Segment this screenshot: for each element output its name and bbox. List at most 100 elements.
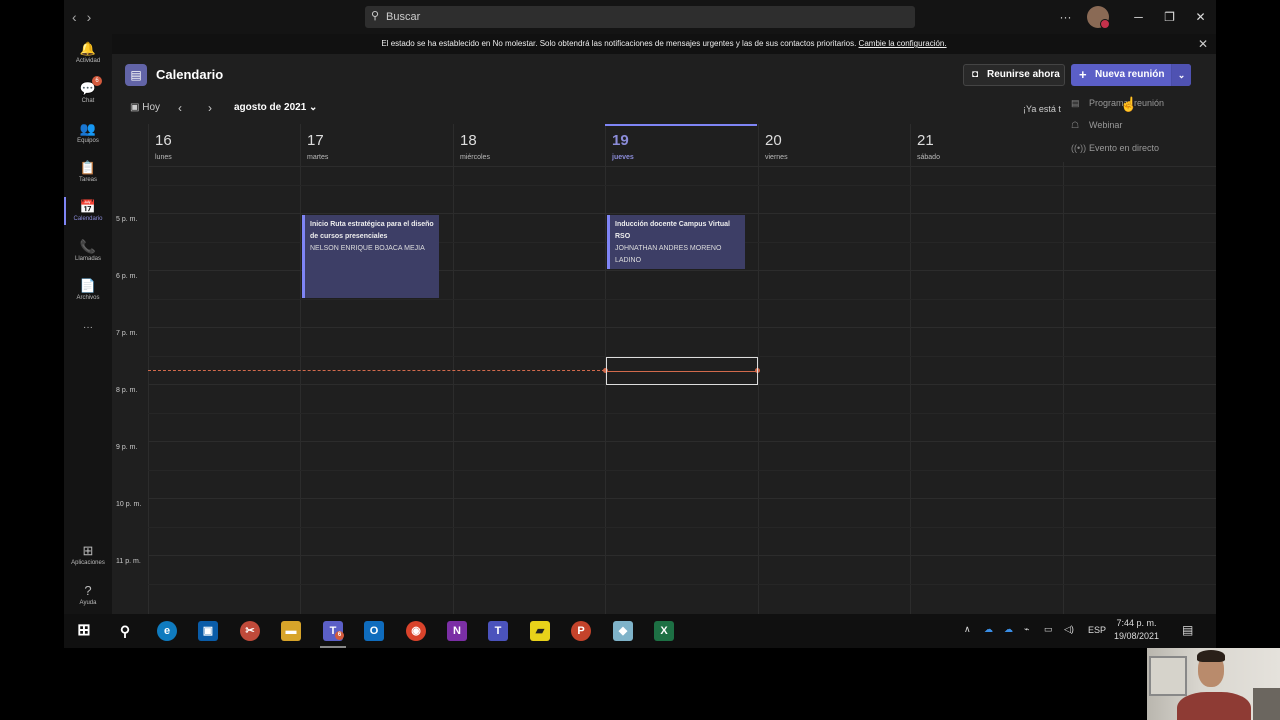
rail-item-archivos[interactable]: 📄 Archivos	[64, 279, 112, 302]
today-button[interactable]: ▣ Hoy	[130, 102, 160, 113]
menu-item-webinar[interactable]: ☖ Webinar	[1071, 120, 1122, 131]
usb-icon[interactable]: ⌁	[1024, 624, 1029, 648]
day-header-today[interactable]: 19 jueves	[605, 124, 758, 166]
help-icon: ?	[84, 583, 92, 598]
onedrive-icon[interactable]: ☁	[984, 624, 993, 648]
network-icon[interactable]: ▭	[1044, 624, 1053, 648]
new-meeting-label: Nueva reunión	[1095, 69, 1165, 80]
phone-icon: 📞	[79, 239, 97, 254]
close-icon[interactable]: ✕	[1198, 34, 1208, 54]
back-arrow-icon[interactable]: ‹	[72, 9, 87, 25]
calendar-event[interactable]: Inducción docente Campus Virtual RSO JOH…	[607, 215, 745, 269]
teams-icon: 👥	[79, 121, 97, 136]
system-clock[interactable]: 7:44 p. m. 19/08/2021	[1114, 617, 1159, 643]
teams-taskbar-icon[interactable]: T6	[320, 621, 346, 648]
rail-item-calendario[interactable]: 📅 Calendario	[64, 197, 112, 225]
rail-item-aplicaciones[interactable]: ⊞ Aplicaciones	[64, 543, 112, 567]
more-options-icon[interactable]: ···	[1050, 10, 1081, 24]
edge-icon[interactable]: e	[157, 621, 177, 641]
windows-start-icon[interactable]: ⊞	[74, 621, 94, 641]
close-window-button[interactable]: ✕	[1185, 10, 1216, 24]
language-indicator[interactable]: ESP	[1088, 625, 1106, 648]
day-number: 20	[765, 132, 782, 149]
day-header[interactable]: 20 viernes	[758, 124, 910, 166]
grid-line	[148, 584, 1216, 585]
maximize-button[interactable]: ❐	[1154, 10, 1185, 24]
rail-label: Archivos	[76, 295, 100, 301]
apps-icon: ⊞	[82, 543, 94, 558]
day-column-divider	[910, 166, 911, 614]
grid-line	[148, 555, 1216, 556]
hour-label: 6 p. m.	[116, 273, 138, 280]
rail-item-tareas[interactable]: 📋 Tareas	[64, 161, 112, 184]
notification-center-icon[interactable]: ▤	[1182, 623, 1193, 648]
banner-text: El estado se ha establecido en No molest…	[381, 39, 859, 48]
meet-now-label: Reunirse ahora	[987, 69, 1060, 80]
page-title: Calendario	[156, 67, 224, 82]
remote-desktop-icon[interactable]: ▣	[198, 621, 218, 641]
day-header[interactable]: 16 lunes	[148, 124, 300, 166]
event-title: Inicio Ruta estratégica para el diseño d…	[310, 221, 434, 240]
excel-icon[interactable]: X	[654, 621, 674, 641]
day-name: jueves	[612, 154, 634, 161]
day-header[interactable]: 21 sábado	[910, 124, 1063, 166]
sticky-notes-icon[interactable]: ▰	[530, 621, 550, 641]
rail-item-llamadas[interactable]: 📞 Llamadas	[64, 239, 112, 263]
day-header[interactable]: 17 martes	[300, 124, 453, 166]
rail-item-chat[interactable]: 💬 6 Chat	[64, 76, 112, 104]
day-number: 19	[612, 132, 629, 149]
meet-now-button[interactable]: ◘ Reunirse ahora	[963, 64, 1065, 86]
forward-arrow-icon[interactable]: ›	[87, 9, 102, 25]
menu-item-live-event[interactable]: ((•)) Evento en directo	[1071, 143, 1159, 153]
chevron-down-icon: ⌄	[309, 102, 318, 113]
day-name: sábado	[917, 154, 940, 161]
onedrive-business-icon[interactable]: ☁	[1004, 624, 1013, 648]
teams-icon[interactable]: T	[488, 621, 508, 641]
previous-week-icon[interactable]: ‹	[178, 101, 182, 115]
webinar-icon: ☖	[1071, 120, 1080, 130]
day-column-divider	[758, 166, 759, 614]
rail-item-equipos[interactable]: 👥 Equipos	[64, 121, 112, 145]
file-explorer-icon[interactable]: ▬	[281, 621, 301, 641]
hour-label: 9 p. m.	[116, 444, 138, 451]
tray-chevron-icon[interactable]: ∧	[964, 624, 971, 648]
chevron-down-icon[interactable]: ⌄	[1171, 64, 1191, 86]
new-meeting-button[interactable]: + Nueva reunión ⌄	[1071, 64, 1191, 86]
history-nav: ‹›	[72, 9, 101, 25]
next-week-icon[interactable]: ›	[208, 101, 212, 115]
week-grid: 16 lunes 17 martes 18 miércoles 19 jueve…	[112, 124, 1216, 614]
day-name: lunes	[155, 154, 172, 161]
month-picker[interactable]: agosto de 2021 ⌄	[234, 102, 317, 113]
rail-more-icon[interactable]: ···	[64, 322, 112, 333]
grid-line	[148, 327, 1216, 328]
minimize-button[interactable]: ─	[1123, 10, 1154, 24]
menu-item-label: Evento en directo	[1089, 143, 1160, 153]
day-number: 16	[155, 132, 172, 149]
volume-icon[interactable]: ◁)	[1064, 624, 1074, 648]
hour-label: 8 p. m.	[116, 387, 138, 394]
user-avatar[interactable]	[1087, 6, 1110, 29]
powerpoint-icon[interactable]: P	[571, 621, 591, 641]
chrome-icon[interactable]: ◉	[406, 621, 426, 641]
day-column-divider	[605, 166, 606, 614]
banner-settings-link[interactable]: Cambie la configuración.	[859, 39, 947, 48]
search-placeholder: Buscar	[386, 11, 421, 23]
outlook-icon[interactable]: O	[364, 621, 384, 641]
day-header[interactable]: 18 miércoles	[453, 124, 605, 166]
day-column-divider	[453, 166, 454, 614]
hour-label: 5 p. m.	[116, 216, 138, 223]
calendar-small-icon: ▣	[130, 102, 143, 113]
taskbar-search-icon[interactable]: ⚲	[115, 621, 135, 641]
webcam-shelf	[1253, 688, 1280, 720]
search-input[interactable]: ⚲ Buscar	[365, 6, 915, 28]
app-icon[interactable]: ◆	[613, 621, 633, 641]
rail-item-ayuda[interactable]: ? Ayuda	[64, 583, 112, 607]
onenote-icon[interactable]: N	[447, 621, 467, 641]
webcam-window-frame	[1149, 656, 1187, 696]
rail-item-actividad[interactable]: 🔔 Actividad	[64, 42, 112, 65]
menu-item-label: Webinar	[1089, 120, 1123, 130]
calendar-event[interactable]: Inicio Ruta estratégica para el diseño d…	[302, 215, 439, 298]
selected-time-slot[interactable]	[606, 357, 758, 385]
menu-item-schedule[interactable]: ▤ Programar reunión	[1071, 98, 1164, 109]
snipping-tool-icon[interactable]: ✂	[240, 621, 260, 641]
